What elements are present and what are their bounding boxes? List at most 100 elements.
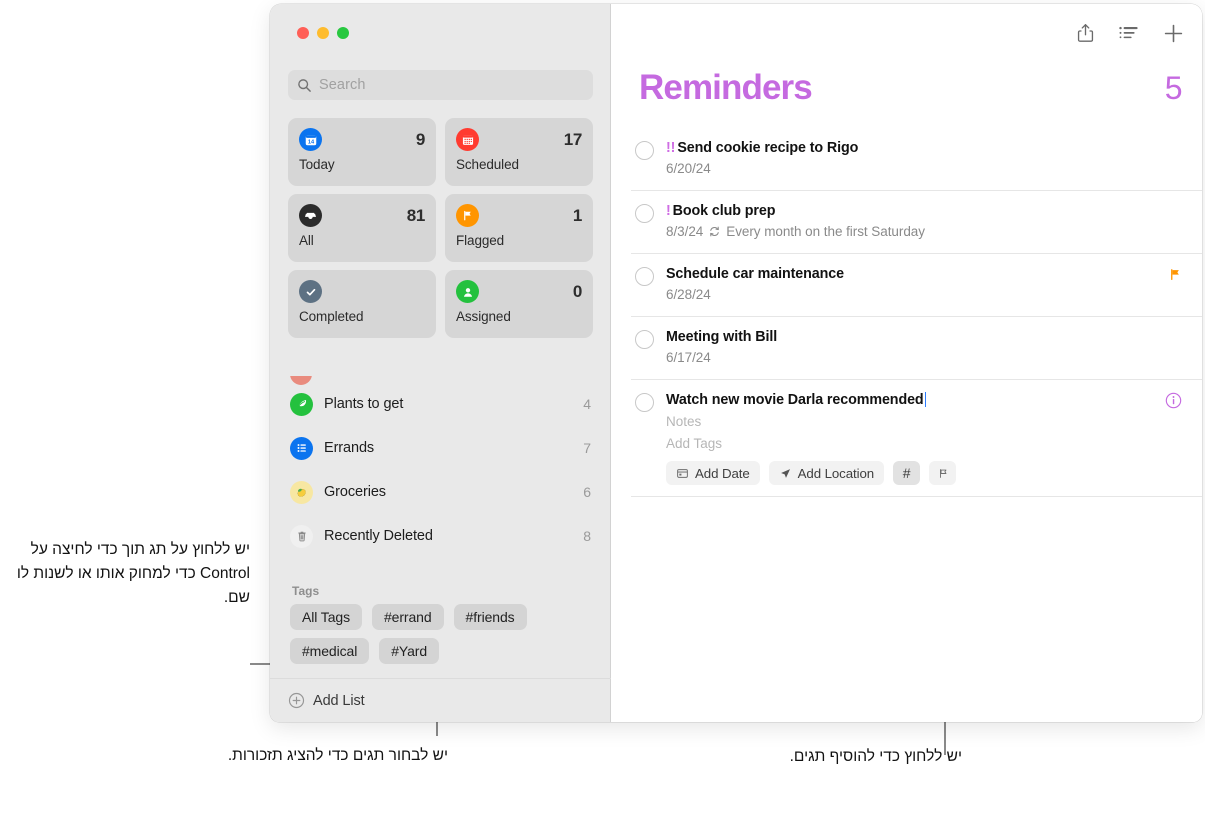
add-tags-placeholder[interactable]: Add Tags [666, 435, 1160, 453]
reminder-title: Meeting with Bill [666, 329, 778, 345]
smart-list-count: 17 [563, 129, 583, 149]
inbox-tray-icon [299, 204, 322, 227]
reminder-row[interactable]: Schedule car maintenance 6/28/24 [631, 254, 1202, 317]
list-item-groceries[interactable]: Groceries 6 [270, 470, 611, 514]
smart-list-label: Today [299, 157, 335, 172]
reminder-title-line[interactable]: Watch new movie Darla recommended [666, 391, 1160, 409]
annotation-select-tags: יש לבחור תגים כדי להציג תזכורות. [227, 747, 448, 764]
add-tag-button[interactable]: # [893, 461, 921, 485]
add-flag-button[interactable] [929, 461, 957, 485]
reminder-subtitle: 8/3/24 Every month on the first Saturday [666, 223, 1160, 240]
smart-list-flagged[interactable]: 1 Flagged [445, 194, 593, 262]
reminder-title-line: Meeting with Bill [666, 328, 1160, 346]
reminder-row[interactable]: ! Book club prep 8/3/24 Every month on th… [631, 191, 1202, 254]
search-input[interactable]: Search [288, 70, 593, 100]
person-icon [456, 280, 479, 303]
smart-list-today[interactable]: 14 9 Today [288, 118, 436, 186]
reminder-row[interactable]: Meeting with Bill 6/17/24 [631, 317, 1202, 380]
close-button[interactable] [297, 27, 309, 39]
flag-icon [456, 204, 479, 227]
minimize-button[interactable] [317, 27, 329, 39]
tag-friends[interactable]: #friends [453, 604, 527, 630]
complete-checkbox[interactable] [635, 267, 654, 286]
reminder-title-line: Schedule car maintenance [666, 265, 1160, 283]
list-options-button[interactable] [1118, 22, 1140, 44]
complete-checkbox[interactable] [635, 393, 654, 412]
hash-icon: # [902, 465, 911, 481]
reminder-list: !! Send cookie recipe to Rigo 6/20/24 ! Bo… [631, 128, 1202, 497]
smart-list-count: 0 [572, 281, 582, 301]
smart-list-count: 9 [415, 129, 425, 149]
smart-list-grid: 14 9 Today 17 Scheduled 81 All 1 Flagged… [288, 118, 593, 338]
calendar-small-icon [677, 468, 688, 478]
reminder-action-chips: Add Date Add Location # [666, 461, 1160, 485]
list-item-plants-to-get[interactable]: Plants to get 4 [270, 382, 611, 426]
smart-list-label: Scheduled [456, 157, 519, 172]
main-content: Reminders 5 !! Send cookie recipe to Rigo… [611, 4, 1202, 722]
reminders-window: Search 14 9 Today 17 Scheduled 81 All 1 … [270, 4, 1202, 722]
reminder-body: ! Book club prep 8/3/24 Every month on th… [666, 202, 1202, 240]
list-item-label: Errands [324, 440, 375, 456]
add-location-label: Add Location [797, 465, 875, 481]
share-button[interactable] [1074, 22, 1096, 44]
smart-list-label: Assigned [456, 309, 511, 324]
sort-list-icon [1119, 26, 1138, 39]
reminder-info-button[interactable] [1165, 392, 1182, 414]
list-item-label: Plants to get [324, 396, 404, 412]
smart-list-all[interactable]: 81 All [288, 194, 436, 262]
list-item-count: 8 [583, 528, 591, 544]
reminder-date: 8/3/24 [666, 224, 704, 239]
user-lists: Plants to get 4 Errands 7 Groceries 6 Re… [270, 376, 611, 574]
notes-placeholder[interactable]: Notes [666, 413, 1160, 431]
reminder-body: !! Send cookie recipe to Rigo 6/20/24 [666, 139, 1202, 177]
reminder-title: Send cookie recipe to Rigo [677, 140, 859, 156]
add-location-button[interactable]: Add Location [768, 461, 885, 485]
add-date-button[interactable]: Add Date [666, 461, 760, 485]
tags-section-header: Tags [292, 584, 320, 598]
repeat-icon [710, 226, 720, 237]
smart-list-scheduled[interactable]: 17 Scheduled [445, 118, 593, 186]
info-circle-icon [1165, 392, 1182, 409]
reminder-total-count: 5 [1164, 70, 1183, 106]
complete-checkbox[interactable] [635, 141, 654, 160]
tag-yard[interactable]: #Yard [379, 638, 440, 664]
reminder-body: Schedule car maintenance 6/28/24 [666, 265, 1202, 303]
add-list-button[interactable]: Add List [270, 678, 611, 722]
list-item-errands[interactable]: Errands 7 [270, 426, 611, 470]
reminder-date: 6/28/24 [666, 287, 711, 302]
zoom-button[interactable] [337, 27, 349, 39]
reminder-row-editing[interactable]: Watch new movie Darla recommended Notes … [631, 380, 1202, 497]
text-caret [924, 392, 927, 407]
share-icon [1077, 24, 1093, 42]
smart-list-assigned[interactable]: 0 Assigned [445, 270, 593, 338]
tag-all-tags[interactable]: All Tags [290, 604, 362, 630]
annotation-tag-context-menu: יש ללחוץ על תג תוך כדי לחיצה על Control … [16, 541, 250, 606]
flag-indicator-icon [1168, 267, 1182, 287]
complete-checkbox[interactable] [635, 330, 654, 349]
location-arrow-icon [780, 468, 790, 478]
window-controls [297, 27, 349, 39]
reminder-row[interactable]: !! Send cookie recipe to Rigo 6/20/24 [631, 128, 1202, 191]
reminder-title-line: !! Send cookie recipe to Rigo [666, 139, 1160, 157]
tag-errand[interactable]: #errand [371, 604, 444, 630]
search-icon [298, 78, 311, 92]
smart-list-completed[interactable]: Completed [288, 270, 436, 338]
reminder-title-input[interactable]: Watch new movie Darla recommended [666, 392, 924, 408]
reminder-date: 6/17/24 [666, 350, 711, 365]
calendar-day-icon: 14 [299, 128, 322, 151]
smart-list-count: 81 [406, 205, 426, 225]
flag-outline-icon [939, 468, 947, 478]
reminder-body: Meeting with Bill 6/17/24 [666, 328, 1202, 366]
list-item-count: 4 [583, 396, 591, 412]
new-reminder-button[interactable] [1162, 22, 1184, 44]
smart-list-label: All [299, 233, 314, 248]
priority-badge: !! [666, 140, 676, 156]
add-list-label: Add List [313, 692, 365, 709]
smart-list-label: Completed [299, 309, 364, 324]
plus-icon [1164, 24, 1182, 42]
list-item-recently-deleted[interactable]: Recently Deleted 8 [270, 514, 611, 558]
list-icon [290, 436, 313, 460]
complete-checkbox[interactable] [635, 204, 654, 223]
tag-medical[interactable]: #medical [290, 638, 370, 664]
reminder-title: Book club prep [672, 203, 776, 219]
